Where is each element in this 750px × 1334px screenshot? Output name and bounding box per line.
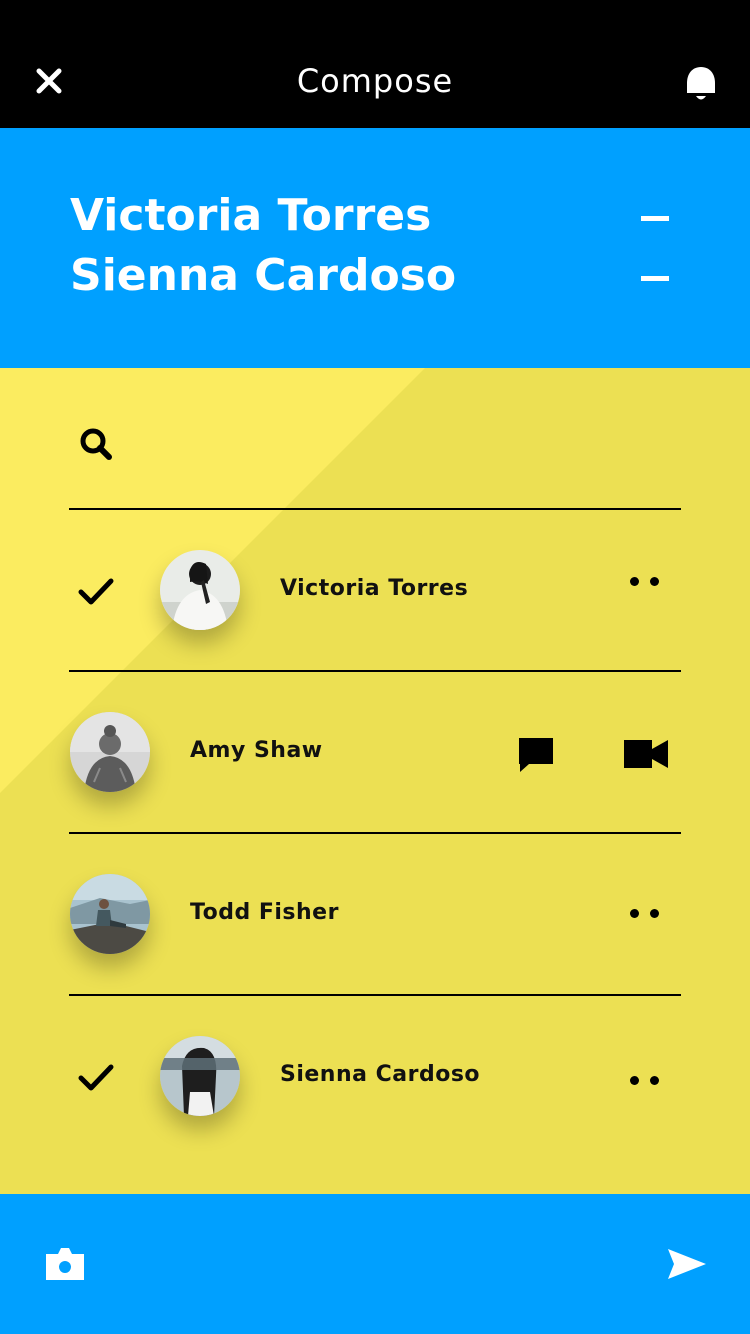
- search-input[interactable]: [130, 426, 670, 466]
- more-options-icon[interactable]: [630, 909, 660, 919]
- recipients-panel: Victoria Torres Sienna Cardoso: [0, 128, 750, 368]
- message-icon[interactable]: [514, 734, 558, 776]
- contact-name: Todd Fisher: [190, 900, 339, 925]
- more-options-icon[interactable]: [630, 1076, 660, 1086]
- camera-icon[interactable]: [42, 1244, 88, 1284]
- list-item[interactable]: Amy Shaw: [0, 672, 750, 832]
- remove-recipient-icon[interactable]: [641, 276, 669, 281]
- remove-recipient-icon[interactable]: [641, 216, 669, 221]
- recipient-name: Victoria Torres: [70, 190, 432, 241]
- video-call-icon[interactable]: [622, 738, 670, 770]
- contact-name: Victoria Torres: [280, 576, 469, 601]
- bell-icon[interactable]: [680, 62, 722, 106]
- checkmark-icon: [76, 576, 116, 608]
- contact-name: Amy Shaw: [190, 738, 323, 763]
- avatar: [160, 1036, 240, 1116]
- list-item[interactable]: Todd Fisher: [0, 834, 750, 994]
- page-title: Compose: [296, 62, 454, 100]
- send-icon[interactable]: [664, 1244, 710, 1284]
- search-icon[interactable]: [76, 424, 116, 464]
- top-bar: Compose: [0, 0, 750, 128]
- bottom-bar: [0, 1194, 750, 1334]
- avatar: [160, 550, 240, 630]
- contact-name: Sienna Cardoso: [280, 1062, 481, 1087]
- contact-list: Victoria Torres Amy Shaw Todd Fisher Sie…: [0, 368, 750, 1194]
- compose-screen: Compose Victoria Torres Sienna Cardoso V…: [0, 0, 750, 1334]
- avatar: [70, 874, 150, 954]
- list-item[interactable]: Sienna Cardoso: [0, 996, 750, 1156]
- recipient-name: Sienna Cardoso: [70, 250, 457, 301]
- list-item[interactable]: Victoria Torres: [0, 510, 750, 670]
- more-options-icon[interactable]: [630, 577, 660, 587]
- avatar: [70, 712, 150, 792]
- checkmark-icon: [76, 1062, 116, 1094]
